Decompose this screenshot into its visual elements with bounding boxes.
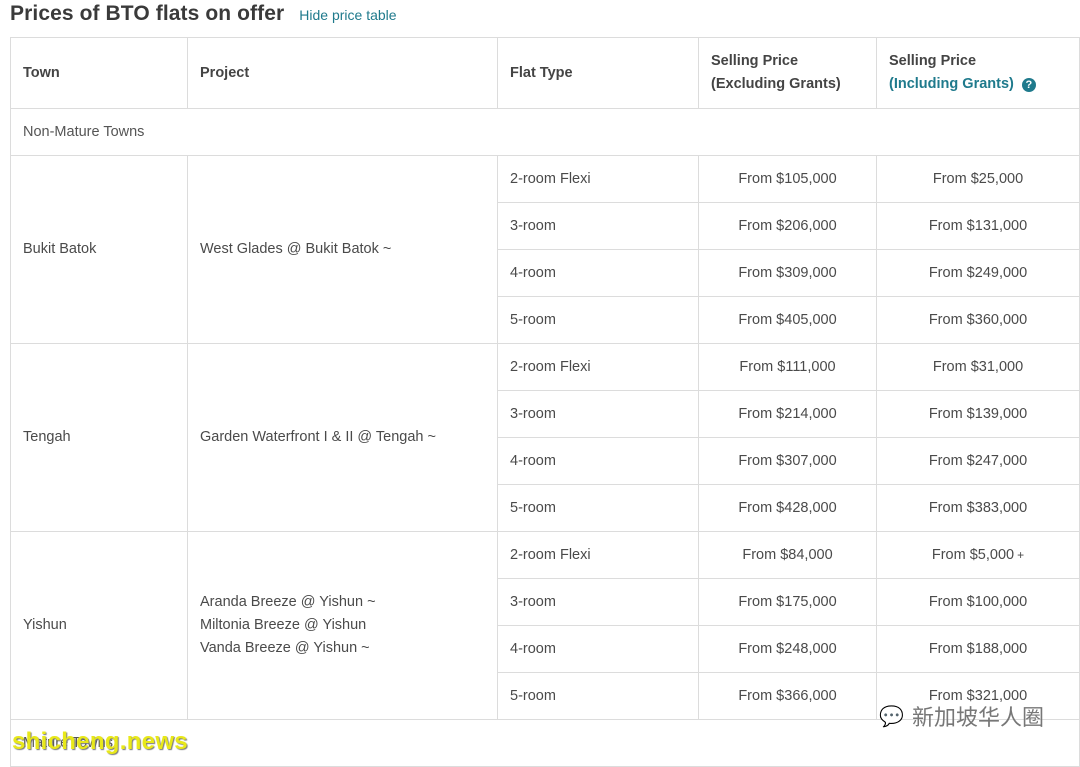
hide-price-table-link[interactable]: Hide price table xyxy=(299,7,396,23)
flat-type-cell: 2-room Flexi xyxy=(497,343,699,391)
price-incl-cell: From $383,000 xyxy=(876,484,1080,532)
project-cell: Garden Waterfront I & II @ Tengah ~ xyxy=(187,343,498,532)
price-incl-cell: From $5,000 + xyxy=(876,531,1080,579)
column-header-town: Town xyxy=(10,37,188,109)
flat-type-cell: 5-room xyxy=(497,672,699,720)
section-row: Non-Mature Towns xyxy=(10,108,1080,156)
price-excl-cell: From $206,000 xyxy=(698,202,877,250)
watermark-right-text: 新加坡华人圈 xyxy=(911,705,1044,730)
column-header-project: Project xyxy=(187,37,498,109)
column-header-flat-type: Flat Type xyxy=(497,37,699,109)
page-title: Prices of BTO flats on offer xyxy=(10,2,285,25)
price-incl-cell: From $139,000 xyxy=(876,390,1080,438)
price-excl-cell: From $84,000 xyxy=(698,531,877,579)
price-excl-cell: From $105,000 xyxy=(698,155,877,203)
flat-type-cell: 3-room xyxy=(497,390,699,438)
project-name: Miltonia Breeze @ Yishun xyxy=(200,617,367,633)
price-incl-cell: From $360,000 xyxy=(876,296,1080,344)
flat-type-cell: 5-room xyxy=(497,484,699,532)
table-row: Tengah Garden Waterfront I & II @ Tengah… xyxy=(10,343,1080,532)
price-incl-cell: From $249,000 xyxy=(876,249,1080,297)
footnote-mark: + xyxy=(1017,548,1025,562)
project-name: Vanda Breeze @ Yishun ~ xyxy=(200,640,370,656)
flat-type-cell: 4-room xyxy=(497,625,699,673)
project-name: West Glades @ Bukit Batok ~ xyxy=(200,241,392,257)
watermark-left: shicheng.news xyxy=(12,728,188,755)
price-incl-cell: From $31,000 xyxy=(876,343,1080,391)
flat-type-cell: 3-room xyxy=(497,578,699,626)
price-excl-cell: From $111,000 xyxy=(698,343,877,391)
price-incl-value: From $5,000 xyxy=(931,547,1015,563)
price-excl-cell: From $309,000 xyxy=(698,249,877,297)
table-row: Yishun Aranda Breeze @ Yishun ~ Miltonia… xyxy=(10,531,1080,720)
town-cell: Bukit Batok xyxy=(10,155,188,344)
price-excl-cell: From $175,000 xyxy=(698,578,877,626)
project-name: Aranda Breeze @ Yishun ~ xyxy=(200,594,376,610)
title-row: Prices of BTO flats on offer Hide price … xyxy=(10,2,397,26)
price-incl-cell: From $247,000 xyxy=(876,437,1080,485)
price-table: Town Project Flat Type Selling Price (Ex… xyxy=(10,37,1080,767)
price-incl-line2: (Including Grants) xyxy=(889,76,1014,92)
price-excl-cell: From $405,000 xyxy=(698,296,877,344)
price-excl-cell: From $428,000 xyxy=(698,484,877,532)
question-mark-icon[interactable]: ? xyxy=(1021,78,1036,92)
flat-type-cell: 5-room xyxy=(497,296,699,344)
price-excl-line1: Selling Price xyxy=(711,53,799,69)
flat-type-cell: 4-room xyxy=(497,437,699,485)
price-incl-cell: From $131,000 xyxy=(876,202,1080,250)
flat-type-cell: 3-room xyxy=(497,202,699,250)
price-incl-cell: From $25,000 xyxy=(876,155,1080,203)
town-cell: Tengah xyxy=(10,343,188,532)
column-header-price-excl: Selling Price (Excluding Grants) xyxy=(698,37,877,109)
price-excl-cell: From $248,000 xyxy=(698,625,877,673)
project-name: Garden Waterfront I & II @ Tengah ~ xyxy=(200,429,436,445)
column-header-price-incl: Selling Price (Including Grants)? xyxy=(876,37,1080,109)
table-row: Bukit Batok West Glades @ Bukit Batok ~ … xyxy=(10,155,1080,344)
town-cell: Yishun xyxy=(10,531,188,720)
price-incl-line1: Selling Price xyxy=(889,53,977,69)
price-excl-cell: From $214,000 xyxy=(698,390,877,438)
price-excl-line2: (Excluding Grants) xyxy=(711,76,841,92)
price-incl-cell: From $188,000 xyxy=(876,625,1080,673)
project-cell: Aranda Breeze @ Yishun ~ Miltonia Breeze… xyxy=(187,531,498,720)
price-incl-cell: From $100,000 xyxy=(876,578,1080,626)
section-label: Non-Mature Towns xyxy=(10,108,1080,156)
flat-type-cell: 2-room Flexi xyxy=(497,155,699,203)
flat-type-cell: 2-room Flexi xyxy=(497,531,699,579)
chat-bubble-icon: 💬 xyxy=(879,705,904,728)
watermark-right: 💬 新加坡华人圈 xyxy=(879,700,1044,732)
flat-type-cell: 4-room xyxy=(497,249,699,297)
table-header-row: Town Project Flat Type Selling Price (Ex… xyxy=(10,37,1080,109)
price-excl-cell: From $366,000 xyxy=(698,672,877,720)
price-excl-cell: From $307,000 xyxy=(698,437,877,485)
project-cell: West Glades @ Bukit Batok ~ xyxy=(187,155,498,344)
